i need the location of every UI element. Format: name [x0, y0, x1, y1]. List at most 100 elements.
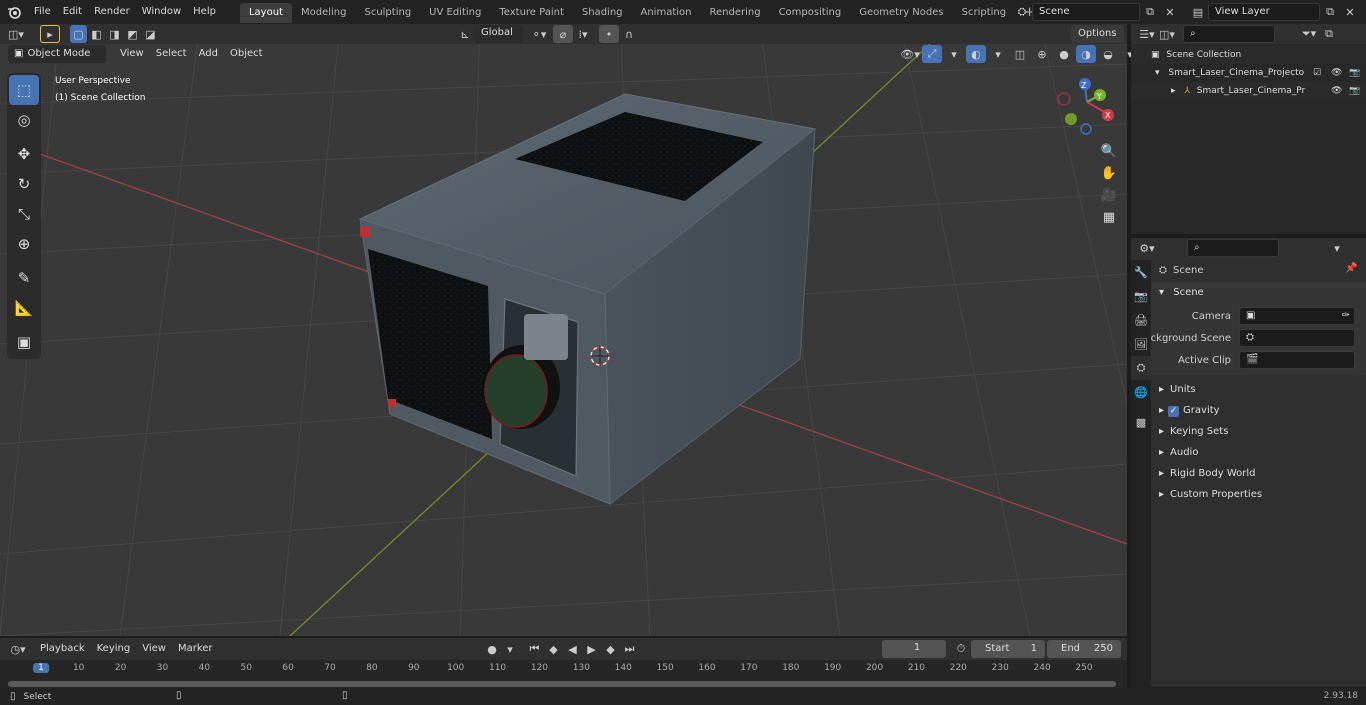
outliner-search-input[interactable]: ⌕ [1183, 25, 1275, 43]
timeline-editor-icon[interactable]: ◷▾ [8, 640, 28, 658]
end-frame-field[interactable]: End 250 [1047, 640, 1121, 658]
mode-dropdown[interactable]: ▣ Object Mode [8, 45, 106, 63]
editor-type-icon[interactable]: ◫▾ [6, 25, 26, 43]
viewport-menu-add[interactable]: Add [193, 45, 224, 63]
viewport-menu-view[interactable]: View [114, 45, 150, 63]
timeline-menu-marker[interactable]: Marker [172, 640, 219, 658]
stopwatch-icon[interactable]: ⏱ [951, 640, 971, 658]
annotate-tool-icon[interactable]: ✎ [9, 263, 39, 293]
eye-icon[interactable]: 👁 [1331, 82, 1342, 100]
camera-icon[interactable]: 📷 [1349, 64, 1360, 82]
viewport-menu-select[interactable]: Select [150, 45, 193, 63]
keying-sets-panel[interactable]: ▸ Keying Sets [1131, 421, 1366, 442]
cursor-tool-icon[interactable]: ◎ [9, 105, 39, 135]
record-icon[interactable]: ● [482, 640, 502, 658]
output-tab-icon[interactable]: 🖨 [1131, 308, 1151, 332]
tool-tab-icon[interactable]: 🔧 [1131, 260, 1151, 284]
tab-scripting[interactable]: Scripting [953, 3, 1015, 23]
scene-field[interactable]: Scene [1032, 3, 1140, 21]
outliner-editor-icon[interactable]: ☰▾ [1137, 25, 1157, 43]
select-extend-icon[interactable]: ◧ [88, 25, 105, 43]
view-layer-field[interactable]: View Layer [1208, 3, 1320, 21]
jump-end-icon[interactable]: ⏭ [621, 640, 638, 658]
background-scene-field[interactable]: ⛭ [1239, 329, 1355, 347]
custom-properties-panel[interactable]: ▸ Custom Properties [1131, 484, 1366, 505]
view-layer-tab-icon[interactable]: 🖼 [1131, 332, 1151, 356]
orientation-dropdown[interactable]: Global [475, 25, 523, 43]
overlay-toggle-icon[interactable]: ◐ [966, 45, 986, 63]
orientation-icon[interactable]: ⊾ [455, 25, 475, 43]
timeline-scrollbar[interactable] [8, 681, 1116, 687]
rigid-body-world-panel[interactable]: ▸ Rigid Body World [1131, 463, 1366, 484]
tab-texture-paint[interactable]: Texture Paint [490, 3, 573, 23]
select-new-icon[interactable]: ▢ [70, 25, 87, 43]
new-view-layer-icon[interactable]: ⧉ [1320, 3, 1340, 21]
properties-editor-icon[interactable]: ⚙▾ [1137, 239, 1157, 257]
scene-tab-icon[interactable]: ⛭ [1131, 356, 1151, 380]
gravity-checkbox-icon[interactable]: ✓ [1168, 406, 1180, 417]
tab-layout[interactable]: Layout [239, 3, 292, 23]
timeline-menu-playback[interactable]: Playback [34, 640, 91, 658]
rendered-shading-icon[interactable]: ◒ [1098, 45, 1118, 63]
viewport-menu-object[interactable]: Object [224, 45, 269, 63]
tab-geometry-nodes[interactable]: Geometry Nodes [850, 3, 952, 23]
falloff-icon[interactable]: ∩ [619, 25, 639, 43]
outliner-item-collection[interactable]: ▾ Smart_Laser_Cinema_Projecto ☑ 👁 📷 [1131, 64, 1366, 82]
options-dropdown[interactable]: Options [1071, 25, 1124, 43]
frame-ruler[interactable]: 1 10 20 30 40 50 60 70 80 90 100 110 120 130 140 150 160… [0, 660, 1127, 680]
tab-animation[interactable]: Animation [632, 3, 701, 23]
tab-rendering[interactable]: Rendering [700, 3, 769, 23]
tab-modeling[interactable]: Modeling [292, 3, 356, 23]
transform-tool-icon[interactable]: ⊕ [9, 229, 39, 259]
add-cube-tool-icon[interactable]: ▣ [9, 327, 39, 357]
select-intersect-icon[interactable]: ◪ [142, 25, 159, 43]
units-panel[interactable]: ▸ Units [1131, 379, 1366, 400]
new-scene-icon[interactable]: ⧉ [1140, 3, 1160, 21]
view-layer-icon[interactable]: ▤ [1188, 3, 1208, 21]
record-dropdown-icon[interactable]: ▾ [504, 640, 516, 658]
jump-start-icon[interactable]: ⏮ [526, 640, 543, 658]
overlay-dropdown-icon[interactable]: ▾ [988, 45, 1008, 63]
tab-uv-editing[interactable]: UV Editing [420, 3, 490, 23]
wireframe-shading-icon[interactable]: ⊕ [1032, 45, 1052, 63]
checkbox-icon[interactable]: ☑ [1313, 64, 1321, 82]
tab-sculpting[interactable]: Sculpting [355, 3, 420, 23]
filter-icon[interactable]: ⏷▾ [1299, 25, 1319, 43]
tab-compositing[interactable]: Compositing [770, 3, 851, 23]
expand-arrow-icon[interactable]: ▸ [1171, 86, 1176, 96]
delete-view-layer-icon[interactable]: ✕ [1340, 3, 1360, 21]
scale-tool-icon[interactable]: ⤡ [9, 199, 39, 229]
delete-scene-icon[interactable]: ✕ [1160, 3, 1180, 21]
outliner-item-object[interactable]: ▸ ⅄ Smart_Laser_Cinema_Pr 👁 📷 [1131, 82, 1366, 100]
gizmo-toggle-icon[interactable]: ⤢ [922, 45, 942, 63]
world-tab-icon[interactable]: 🌐 [1131, 380, 1151, 404]
expand-arrow-icon[interactable]: ▾ [1155, 68, 1160, 78]
audio-panel[interactable]: ▸ Audio [1131, 442, 1366, 463]
zoom-icon[interactable]: 🔍 [1096, 140, 1122, 162]
render-tab-icon[interactable]: 📷 [1131, 284, 1151, 308]
prev-keyframe-icon[interactable]: ◆ [545, 640, 562, 658]
texture-tab-icon[interactable]: ▩ [1131, 410, 1151, 434]
start-frame-field[interactable]: Start 1 [971, 640, 1045, 658]
3d-viewport[interactable]: Z Y X User Perspective (1) Scene Collect… [0, 24, 1127, 636]
next-keyframe-icon[interactable]: ◆ [602, 640, 619, 658]
gravity-panel[interactable]: ▸ ✓ Gravity [1131, 400, 1366, 421]
menu-help[interactable]: Help [187, 0, 222, 24]
menu-render[interactable]: Render [88, 0, 136, 24]
active-clip-field[interactable]: 🎬 [1239, 351, 1355, 369]
properties-search-input[interactable]: ⌕ [1187, 239, 1279, 257]
eye-icon[interactable]: 👁 [1331, 64, 1342, 82]
camera-view-icon[interactable]: 🎥 [1096, 184, 1122, 206]
move-tool-icon[interactable]: ✥ [9, 139, 39, 169]
gizmo-dropdown-icon[interactable]: ▾ [944, 45, 964, 63]
xray-icon[interactable]: ◫ [1010, 45, 1030, 63]
select-box-tool-icon[interactable]: ⬚ [9, 75, 39, 105]
camera-field[interactable]: ▣ ✑ [1239, 307, 1355, 325]
menu-file[interactable]: File [28, 0, 57, 24]
proportional-edit-icon[interactable]: • [599, 25, 619, 43]
display-mode-icon[interactable]: ◫▾ [1157, 25, 1177, 43]
pan-hand-icon[interactable]: ✋ [1096, 162, 1122, 184]
timeline-menu-view[interactable]: View [136, 640, 172, 658]
timeline-menu-keying[interactable]: Keying [91, 640, 137, 658]
tab-shading[interactable]: Shading [573, 3, 632, 23]
